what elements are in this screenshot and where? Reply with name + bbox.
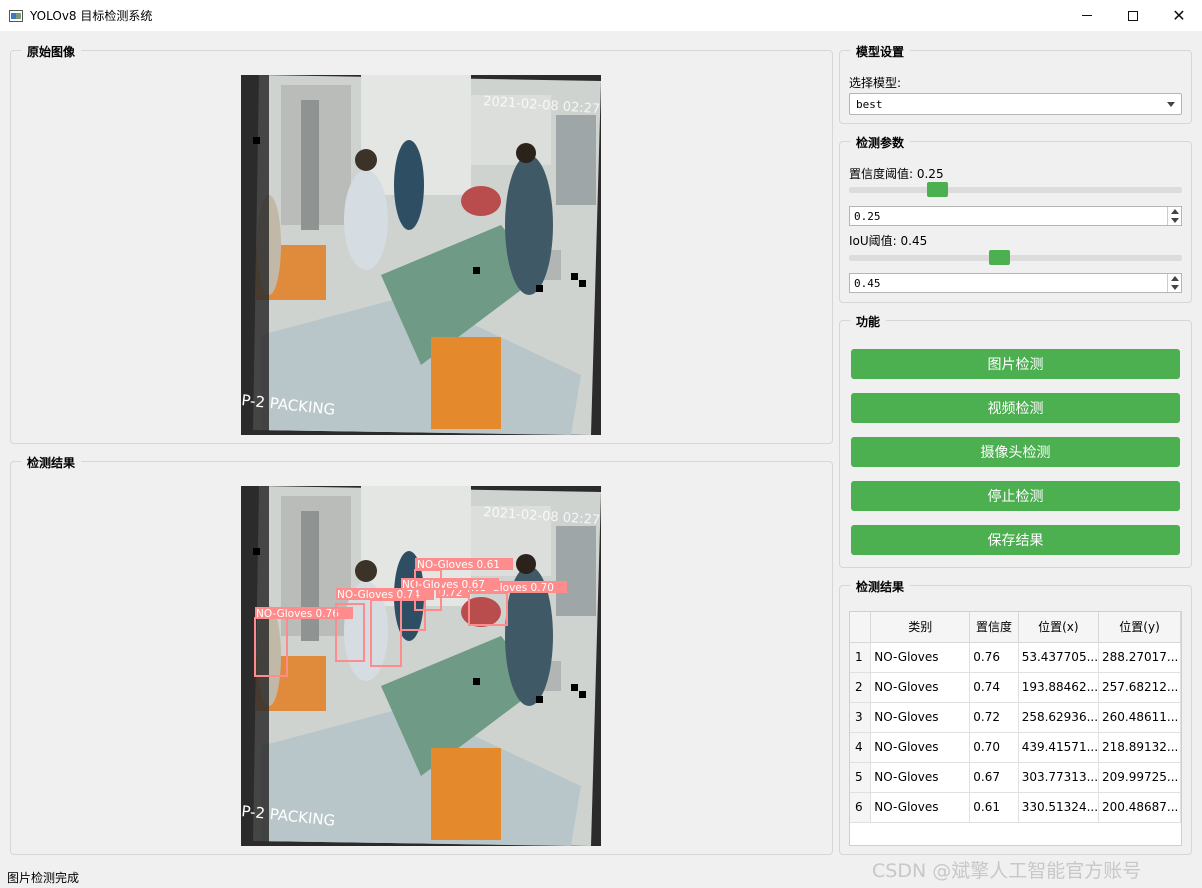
cell-y: 218.89132...	[1098, 732, 1181, 763]
app-icon	[9, 9, 23, 22]
table-row[interactable]: 1 NO-Gloves 0.76 53.437705... 288.27017.…	[850, 642, 1181, 673]
cell-y: 209.99725...	[1098, 762, 1181, 793]
spin-up-icon[interactable]	[1171, 276, 1179, 281]
confidence-spin-buttons[interactable]	[1167, 207, 1181, 225]
column-header-x[interactable]: 位置(x)	[1018, 612, 1100, 643]
detection-label-6: NO-Gloves 0.61	[417, 559, 500, 571]
cell-class: NO-Gloves	[870, 792, 971, 823]
functions-title: 功能	[850, 313, 887, 330]
model-select-value: best	[856, 98, 883, 111]
status-bar: 图片检测完成	[7, 871, 80, 885]
cell-x: 193.88462...	[1018, 672, 1100, 703]
iou-spin-buttons[interactable]	[1167, 274, 1181, 292]
model-select[interactable]: best	[849, 93, 1182, 115]
factory-scene-original: 2021-02-08 02:27:08 P-2 PACKING	[241, 75, 601, 435]
watermark: CSDN @斌擎人工智能官方账号	[872, 860, 1142, 882]
results-table[interactable]: 类别 置信度 位置(x) 位置(y) 1 NO-Gloves 0.76 53.4…	[849, 611, 1182, 846]
table-row[interactable]: 2 NO-Gloves 0.74 193.88462... 257.68212.…	[850, 672, 1181, 703]
cell-x: 439.41571...	[1018, 732, 1100, 763]
cell-class: NO-Gloves	[870, 702, 971, 733]
confidence-slider[interactable]	[849, 182, 1182, 197]
window-title: YOLOv8 目标检测系统	[30, 9, 153, 23]
close-icon: ✕	[1172, 5, 1186, 25]
detection-label-1: NO-Gloves 0.76	[256, 608, 339, 620]
iou-label: IoU阈值: 0.45	[849, 234, 928, 248]
cell-y: 288.27017...	[1098, 642, 1181, 673]
confidence-spinbox[interactable]: 0.25	[849, 206, 1182, 226]
cell-y: 257.68212...	[1098, 672, 1181, 703]
row-number: 3	[850, 702, 872, 733]
table-header-row: 类别 置信度 位置(x) 位置(y)	[850, 612, 1181, 643]
cell-x: 258.62936...	[1018, 702, 1100, 733]
table-row[interactable]: 6 NO-Gloves 0.61 330.51324... 200.48687.…	[850, 792, 1181, 823]
chevron-down-icon	[1167, 102, 1175, 107]
minimize-button[interactable]	[1064, 0, 1110, 31]
result-image: 2021-02-08 02:27:08 P-2 PACKING NO-Glove…	[241, 486, 601, 846]
video-detect-button[interactable]: 视频检测	[851, 393, 1180, 423]
title-bar: YOLOv8 目标检测系统 ✕	[0, 0, 1202, 31]
row-number: 1	[850, 642, 872, 673]
cell-confidence: 0.74	[969, 672, 1019, 703]
corner-header[interactable]	[850, 612, 872, 643]
cell-x: 303.77313...	[1018, 762, 1100, 793]
factory-scene-result: 2021-02-08 02:27:08 P-2 PACKING NO-Glove…	[241, 486, 601, 846]
cell-x: 53.437705...	[1018, 642, 1100, 673]
spin-down-icon[interactable]	[1171, 218, 1179, 223]
stop-detect-button[interactable]: 停止检测	[851, 481, 1180, 511]
cell-y: 260.48611...	[1098, 702, 1181, 733]
iou-slider[interactable]	[849, 250, 1182, 265]
original-image: 2021-02-08 02:27:08 P-2 PACKING	[241, 75, 601, 435]
cell-class: NO-Gloves	[870, 732, 971, 763]
cell-confidence: 0.70	[969, 732, 1019, 763]
cell-confidence: 0.76	[969, 642, 1019, 673]
close-button[interactable]: ✕	[1156, 0, 1202, 31]
iou-spinbox-value: 0.45	[854, 277, 881, 290]
confidence-spinbox-value: 0.25	[854, 210, 881, 223]
iou-spinbox[interactable]: 0.45	[849, 273, 1182, 293]
table-row[interactable]: 3 NO-Gloves 0.72 258.62936... 260.48611.…	[850, 702, 1181, 733]
table-row[interactable]: 4 NO-Gloves 0.70 439.41571... 218.89132.…	[850, 732, 1181, 763]
cell-class: NO-Gloves	[870, 672, 971, 703]
cell-confidence: 0.72	[969, 702, 1019, 733]
cell-confidence: 0.67	[969, 762, 1019, 793]
spin-down-icon[interactable]	[1171, 285, 1179, 290]
table-row[interactable]: 5 NO-Gloves 0.67 303.77313... 209.99725.…	[850, 762, 1181, 793]
cell-x: 330.51324...	[1018, 792, 1100, 823]
camera-detect-button[interactable]: 摄像头检测	[851, 437, 1180, 467]
spin-up-icon[interactable]	[1171, 209, 1179, 214]
model-settings-title: 模型设置	[850, 43, 911, 60]
cell-y: 200.48687...	[1098, 792, 1181, 823]
maximize-button[interactable]	[1110, 0, 1156, 31]
iou-slider-handle[interactable]	[989, 250, 1010, 265]
image-detect-button[interactable]: 图片检测	[851, 349, 1180, 379]
column-header-class[interactable]: 类别	[870, 612, 971, 643]
row-number: 6	[850, 792, 872, 823]
select-model-label: 选择模型:	[849, 76, 902, 90]
cell-class: NO-Gloves	[870, 762, 971, 793]
original-image-title: 原始图像	[21, 43, 82, 60]
cell-class: NO-Gloves	[870, 642, 971, 673]
column-header-confidence[interactable]: 置信度	[969, 612, 1019, 643]
minimize-icon	[1082, 15, 1092, 16]
confidence-slider-handle[interactable]	[927, 182, 948, 197]
detection-params-title: 检测参数	[850, 134, 911, 151]
row-number: 5	[850, 762, 872, 793]
confidence-label: 置信度阈值: 0.25	[849, 167, 944, 181]
results-table-title: 检测结果	[850, 578, 911, 595]
row-number: 4	[850, 732, 872, 763]
save-result-button[interactable]: 保存结果	[851, 525, 1180, 555]
maximize-icon	[1128, 10, 1138, 21]
column-header-y[interactable]: 位置(y)	[1098, 612, 1181, 643]
cell-confidence: 0.61	[969, 792, 1019, 823]
row-number: 2	[850, 672, 872, 703]
detection-result-title: 检测结果	[21, 454, 82, 471]
